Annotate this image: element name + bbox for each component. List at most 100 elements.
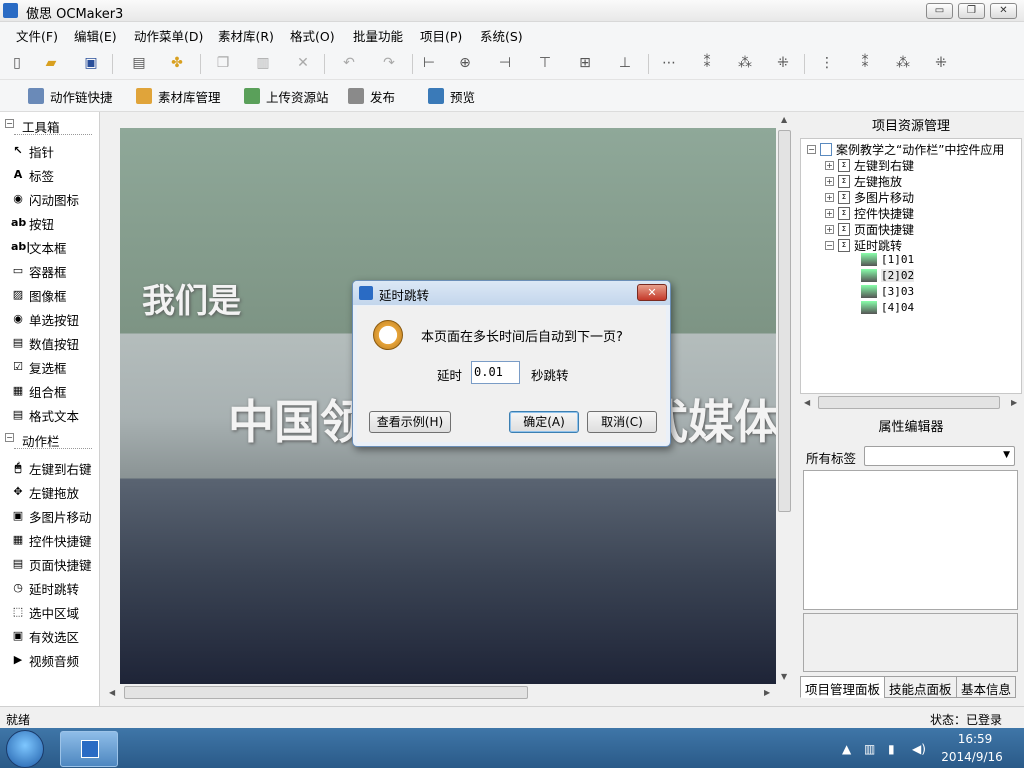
volume-icon[interactable]: ◀) [912,742,926,756]
save-icon[interactable]: ▣ [82,54,100,72]
menu-format[interactable]: 格式(O) [290,26,335,45]
open-folder-icon[interactable]: ▰ [42,54,60,72]
align-middle-icon[interactable]: ⊞ [576,54,594,72]
property-grid[interactable] [803,470,1018,610]
collapse-icon[interactable]: − [807,145,816,154]
tool-control-shortcut[interactable]: ▦ 控件快捷键 [11,530,99,550]
tab-project-management[interactable]: 项目管理面板 [800,676,886,698]
tool-label[interactable]: A 标签 [11,165,99,185]
tool-combo[interactable]: ▦ 组合框 [11,381,99,401]
toolbox-section-header[interactable]: − 工具箱 [0,114,100,136]
tool-mouse[interactable]: 🖱 左键到右键 [11,458,99,478]
show-hidden-icon[interactable]: ▲ [842,742,851,756]
device-icon[interactable]: ▥ [864,742,875,756]
scroll-left-icon[interactable]: ◀ [804,398,810,407]
new-file-icon[interactable]: ▯ [8,54,26,72]
asset-manager-button[interactable]: 素材库管理 [136,87,221,105]
space-remove-icon[interactable]: ⁜ [774,54,792,72]
canvas-horizontal-thumb[interactable] [124,686,528,699]
tree-node[interactable]: + Σ 页面快捷键 [825,221,914,238]
tree-node[interactable]: + Σ 多图片移动 [825,189,914,206]
preview-button[interactable]: 预览 [428,87,475,105]
puzzle-icon[interactable]: ✤ [168,54,186,72]
tool-button[interactable]: ab 按钮 [11,213,99,233]
expand-icon[interactable]: + [825,225,834,234]
tree-page-item[interactable]: [1]01 [861,253,914,266]
scroll-right-icon[interactable]: ▶ [1011,398,1017,407]
tree-node[interactable]: + Σ 左键到右键 [825,157,914,174]
redo-icon[interactable]: ↷ [380,54,398,72]
clock-time[interactable]: 16:59 [955,732,995,746]
start-button[interactable] [6,730,44,768]
tool-select-area[interactable]: ⬚ 选中区域 [11,602,99,622]
tool-richtext[interactable]: ▤ 格式文本 [11,405,99,425]
tool-flash[interactable]: ◉ 闪动图标 [11,189,99,209]
collapse-icon[interactable]: − [5,433,14,442]
align-bottom-icon[interactable]: ⊥ [616,54,634,72]
collapse-icon[interactable]: − [5,119,14,128]
tool-drag[interactable]: ✥ 左键拖放 [11,482,99,502]
minimize-button[interactable]: ▭ [926,3,953,19]
canvas-vertical-thumb[interactable] [778,130,791,512]
tool-radio[interactable]: ◉ 单选按钮 [11,309,99,329]
menu-edit[interactable]: 编辑(E) [74,26,117,45]
action-chain-button[interactable]: 动作链快捷 [28,87,113,105]
delay-input[interactable]: 0.01 [471,361,520,384]
tool-media[interactable]: ▶ 视频音频 [11,650,99,670]
menu-batch[interactable]: 批量功能 [353,26,403,45]
space-horizontal-icon[interactable]: ⁑ [698,54,716,72]
tree-node[interactable]: − Σ 延时跳转 [825,237,902,254]
tab-basic-info[interactable]: 基本信息 [956,676,1017,698]
distribute-vertical-icon[interactable]: ⋮ [818,54,836,72]
copy-icon[interactable]: ❐ [214,54,232,72]
tool-container[interactable]: ▭ 容器框 [11,261,99,281]
tree-root[interactable]: − 案例教学之“动作栏”中控件应用 [807,141,1004,158]
actionbar-section-header[interactable]: − 动作栏 [0,428,100,450]
tool-checkbox[interactable]: ☑ 复选框 [11,357,99,377]
paste-icon[interactable]: ▥ [254,54,272,72]
tool-image[interactable]: ▨ 图像框 [11,285,99,305]
tree-page-item[interactable]: [2]02 [861,269,915,282]
expand-icon[interactable]: + [825,161,834,170]
align-right-icon[interactable]: ⊣ [496,54,514,72]
scroll-down-icon[interactable]: ▼ [781,672,787,681]
tab-skill-points[interactable]: 技能点面板 [884,676,957,698]
tool-numeric[interactable]: ▤ 数值按钮 [11,333,99,353]
maximize-button[interactable]: ❐ [958,3,985,19]
menu-action[interactable]: 动作菜单(D) [134,26,203,45]
cancel-button[interactable]: 取消(C) [587,411,657,433]
expand-icon[interactable]: + [825,193,834,202]
dialog-close-button[interactable]: ✕ [637,284,667,301]
page-icon[interactable]: ▤ [130,54,148,72]
align-center-icon[interactable]: ⊕ [456,54,474,72]
network-icon[interactable]: ▮ [888,742,895,756]
tool-valid-area[interactable]: ▣ 有效选区 [11,626,99,646]
close-button[interactable]: ✕ [990,3,1017,19]
space-vertical-icon[interactable]: ⁑ [856,54,874,72]
expand-icon[interactable]: + [825,177,834,186]
tree-horizontal-thumb[interactable] [818,396,1000,409]
undo-icon[interactable]: ↶ [340,54,358,72]
menu-assets[interactable]: 素材库(R) [218,26,274,45]
menu-system[interactable]: 系统(S) [480,26,523,45]
scroll-left-icon[interactable]: ◀ [109,688,115,697]
tool-page-shortcut[interactable]: ▤ 页面快捷键 [11,554,99,574]
tool-multi-image[interactable]: ▣ 多图片移动 [11,506,99,526]
collapse-icon[interactable]: − [825,241,834,250]
menu-project[interactable]: 项目(P) [420,26,462,45]
upload-button[interactable]: 上传资源站 [244,87,329,105]
clock-date[interactable]: 2014/9/16 [940,750,1004,764]
tree-page-item[interactable]: [4]04 [861,301,914,314]
tool-delay[interactable]: ◷ 延时跳转 [11,578,99,598]
tool-textbox[interactable]: ab| 文本框 [11,237,99,257]
taskbar-app-button[interactable] [60,731,118,767]
menu-file[interactable]: 文件(F) [16,26,58,45]
expand-icon[interactable]: + [825,209,834,218]
stage-heading[interactable]: 我们是 [142,274,241,322]
tree-node[interactable]: + Σ 控件快捷键 [825,205,914,222]
publish-button[interactable]: 发布 [348,87,395,105]
tool-pointer[interactable]: ↖ 指针 [11,141,99,161]
tree-page-item[interactable]: [3]03 [861,285,914,298]
vertical-increase-icon[interactable]: ⁂ [894,54,912,72]
view-example-button[interactable]: 查看示例(H) [369,411,451,433]
